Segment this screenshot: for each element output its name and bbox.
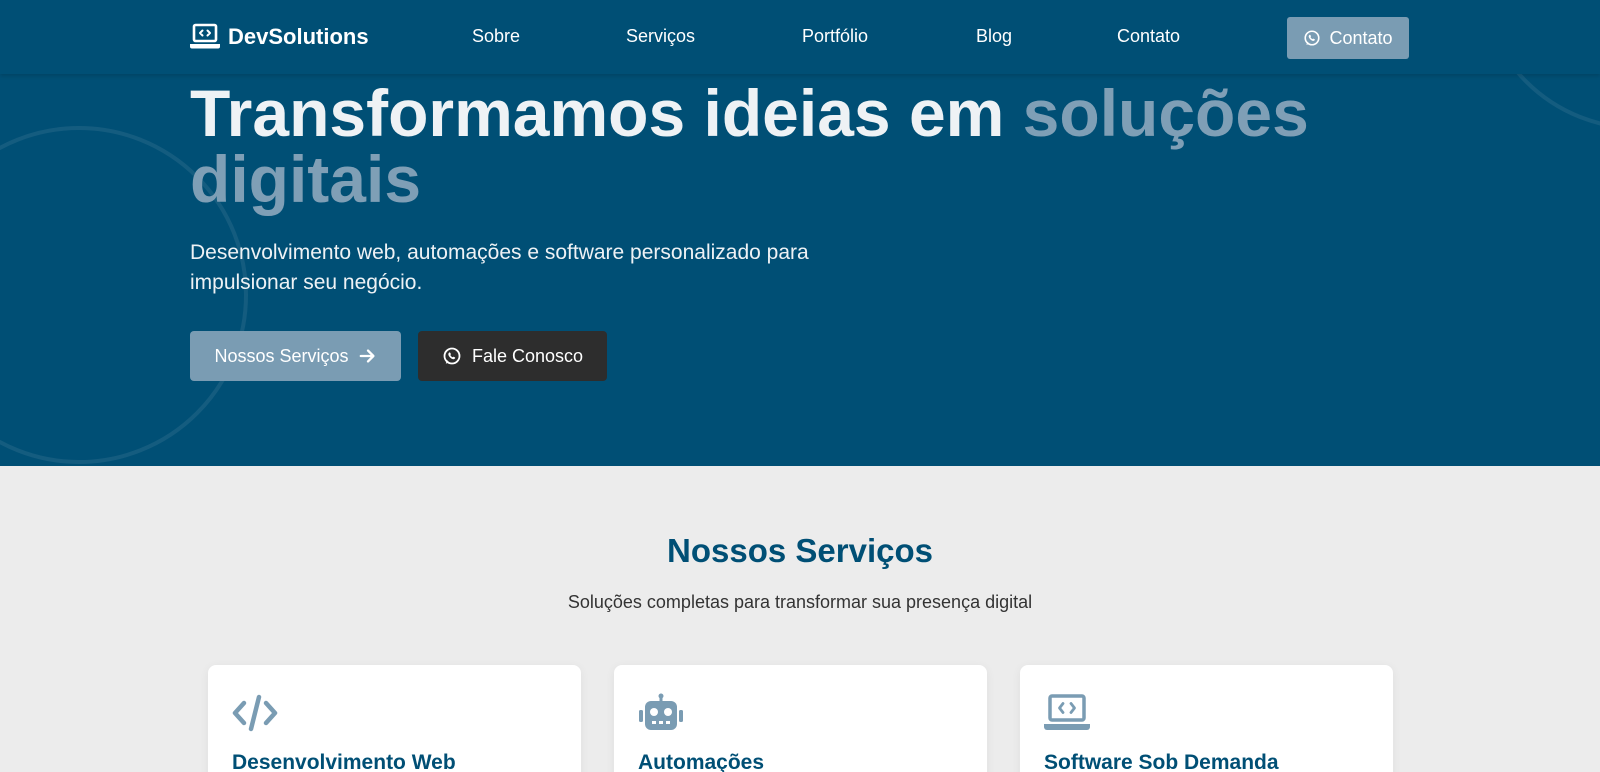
top-navbar: DevSolutions Sobre Serviços Portfólio Bl… xyxy=(0,0,1600,74)
robot-icon xyxy=(638,693,684,733)
contact-cta-button[interactable]: Contato xyxy=(1287,17,1409,59)
hero-subtitle: Desenvolvimento web, automações e softwa… xyxy=(190,241,809,294)
nav-link-servicos[interactable]: Serviços xyxy=(626,26,695,47)
laptop-code-icon xyxy=(190,23,220,49)
hero-title-main: Transformamos ideias em xyxy=(190,76,1023,150)
nav-link-portfolio[interactable]: Portfólio xyxy=(802,26,868,47)
service-card-custom-software[interactable]: Software Sob Demanda xyxy=(1020,665,1393,772)
service-card-title: Desenvolvimento Web xyxy=(232,751,456,772)
nav-link-blog[interactable]: Blog xyxy=(976,26,1012,47)
services-section-subtitle: Soluções completas para transformar sua … xyxy=(567,592,1033,612)
nav-link-sobre[interactable]: Sobre xyxy=(472,26,520,47)
brand-logo[interactable]: DevSolutions xyxy=(190,22,369,52)
service-card-title: Automações xyxy=(638,751,765,772)
brand-name: DevSolutions xyxy=(228,24,369,49)
contact-cta-label: Contato xyxy=(1329,27,1393,48)
nav-link-contato[interactable]: Contato xyxy=(1117,26,1180,47)
service-card-title: Software Sob Demanda xyxy=(1044,751,1279,772)
services-section-title: Nossos Serviços xyxy=(667,532,933,569)
our-services-button[interactable]: Nossos Serviços xyxy=(190,331,401,381)
arrow-right-icon xyxy=(359,349,375,363)
whatsapp-icon xyxy=(1304,30,1321,46)
hero-title: Transformamos ideias em soluções digitai… xyxy=(190,80,1470,212)
service-card-automations[interactable]: Automações xyxy=(614,665,987,772)
whatsapp-icon xyxy=(443,347,461,365)
laptop-code-icon xyxy=(1044,693,1090,733)
our-services-button-label: Nossos Serviços xyxy=(214,345,349,366)
code-icon xyxy=(232,693,278,733)
service-card-web-development[interactable]: Desenvolvimento Web xyxy=(208,665,581,772)
talk-to-us-button[interactable]: Fale Conosco xyxy=(418,331,607,381)
talk-to-us-button-label: Fale Conosco xyxy=(471,345,584,366)
